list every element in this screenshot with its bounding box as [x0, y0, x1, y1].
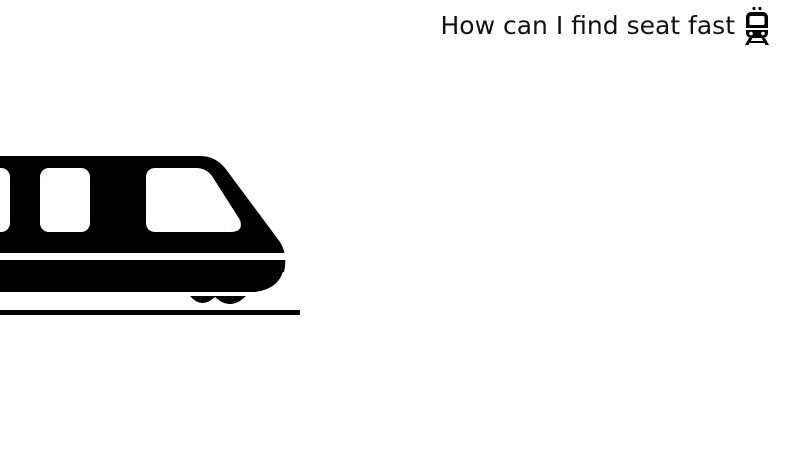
train-front-icon	[745, 6, 769, 45]
train-side-icon	[0, 156, 300, 315]
header: How can I find seat fast	[441, 6, 772, 46]
page: { "header": { "title": "How can I find s…	[0, 0, 789, 450]
page-title: How can I find seat fast	[440, 11, 736, 40]
